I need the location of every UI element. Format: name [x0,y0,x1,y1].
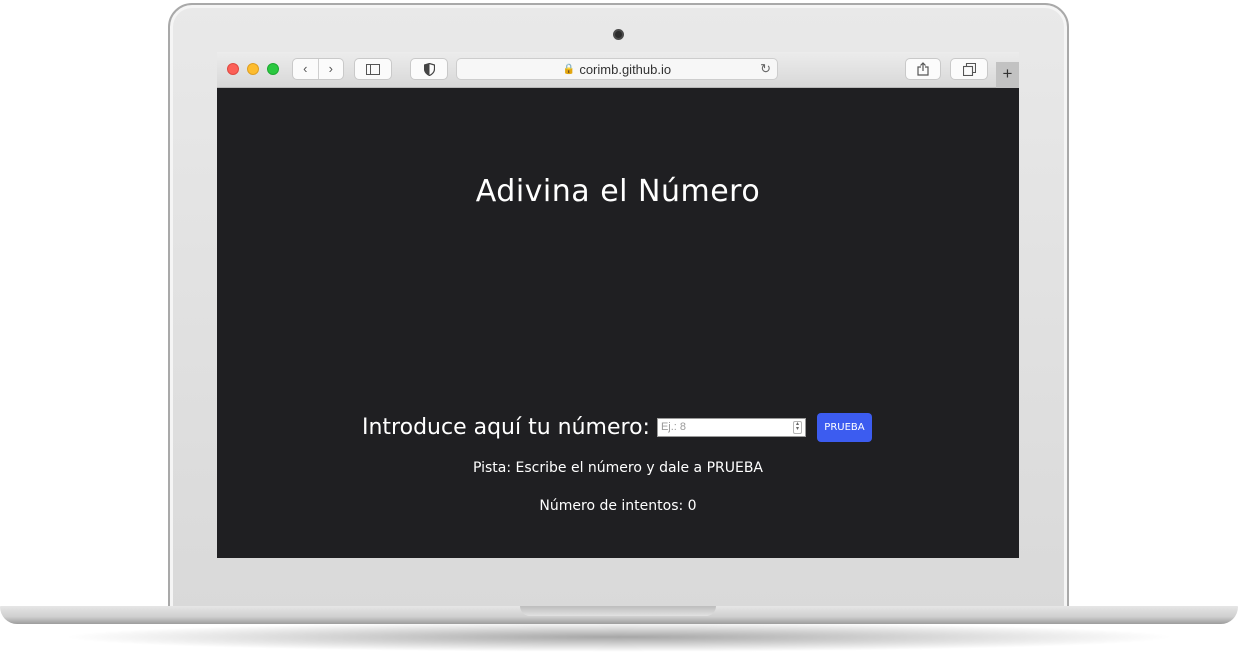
number-stepper-icon[interactable]: ▴ ▾ [792,420,802,434]
share-button[interactable] [905,58,941,80]
zoom-window-button[interactable] [267,63,279,75]
share-icon [917,62,929,76]
address-bar[interactable]: 🔒 corimb.github.io ↻ [456,58,778,80]
tabs-icon [962,62,976,76]
guess-label: Introduce aquí tu número: [362,414,650,440]
guess-form: Introduce aquí tu número: ▴▾ PRUEBA [362,411,872,443]
close-window-button[interactable] [227,63,239,75]
submit-guess-button[interactable]: PRUEBA [816,412,872,442]
sidebar-icon [366,63,380,75]
plus-icon[interactable]: + [996,62,1019,88]
guess-field[interactable] [660,421,789,433]
minimize-window-button[interactable] [247,63,259,75]
url-text: corimb.github.io [579,61,672,77]
laptop-notch [520,606,716,616]
lock-icon: 🔒 [562,63,576,75]
page-title: Adivina el Número [475,174,761,209]
sidebar-button[interactable] [354,58,392,80]
guess-input[interactable]: ▴▾ [656,417,806,437]
chevron-left-icon[interactable]: ‹ [293,59,318,79]
laptop-screen: ‹ › 🔒 corimb.github.io ↻ + Adivina el Nú… [217,52,1019,558]
chevron-right-icon[interactable]: › [319,59,344,79]
history-nav: ‹ › [292,58,344,80]
tabs-overview-button[interactable] [950,58,988,80]
privacy-button[interactable] [410,58,448,80]
game-page: Adivina el Número Introduce aquí tu núme… [217,88,1019,558]
camera [613,29,624,40]
attempts-counter: Número de intentos: 0 [539,498,697,514]
laptop-shadow [60,622,1178,652]
browser-toolbar: ‹ › 🔒 corimb.github.io ↻ + [217,52,1019,88]
shield-icon [423,62,435,76]
hint-text: Pista: Escribe el número y dale a PRUEBA [472,460,764,476]
reload-icon[interactable]: ↻ [760,61,771,77]
